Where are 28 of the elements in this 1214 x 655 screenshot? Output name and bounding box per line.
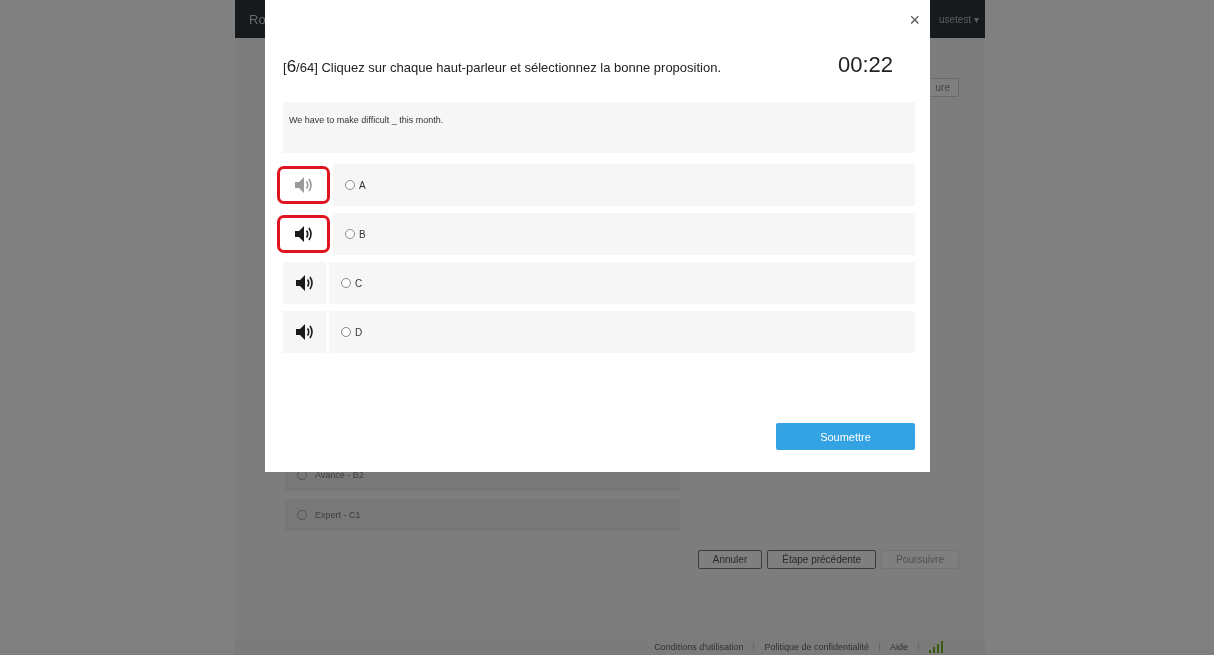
speaker-icon [294, 323, 315, 341]
answer-option[interactable]: D [329, 311, 915, 353]
user-menu[interactable]: usetest ▾ [938, 13, 979, 25]
radio-button[interactable] [341, 327, 351, 337]
close-button[interactable]: × [907, 10, 922, 30]
answer-option[interactable]: A [333, 164, 915, 206]
sentence-text: We have to make difficult _ this month. [283, 102, 915, 153]
question-title: [6/64] Cliquez sur chaque haut-parleur et sélectionnez la bonne proposition. [283, 57, 722, 77]
footer-link[interactable]: Politique de confidentialité [764, 642, 869, 652]
brand-label: Ro [249, 11, 266, 27]
answer-option[interactable]: C [329, 262, 915, 304]
countdown-timer: 00:22 [837, 52, 894, 78]
speaker-button[interactable] [283, 262, 326, 304]
radio-button[interactable] [345, 180, 355, 190]
submit-button[interactable]: Soumettre [776, 423, 915, 450]
radio-button[interactable] [341, 278, 351, 288]
answer-option[interactable]: B [333, 213, 915, 255]
action-button[interactable]: Étape précédente [767, 550, 877, 569]
speaker-icon [293, 225, 314, 243]
signal-bars-icon [929, 641, 945, 653]
action-button[interactable]: Annuler [697, 550, 763, 569]
radio-button[interactable] [345, 229, 355, 239]
speaker-button[interactable] [277, 215, 330, 253]
speaker-icon [294, 274, 315, 292]
speaker-button[interactable] [283, 311, 326, 353]
speaker-icon [293, 176, 314, 194]
footer-link[interactable]: Conditions d'utilisation [654, 642, 744, 652]
footer-link[interactable]: Aide [890, 642, 908, 652]
